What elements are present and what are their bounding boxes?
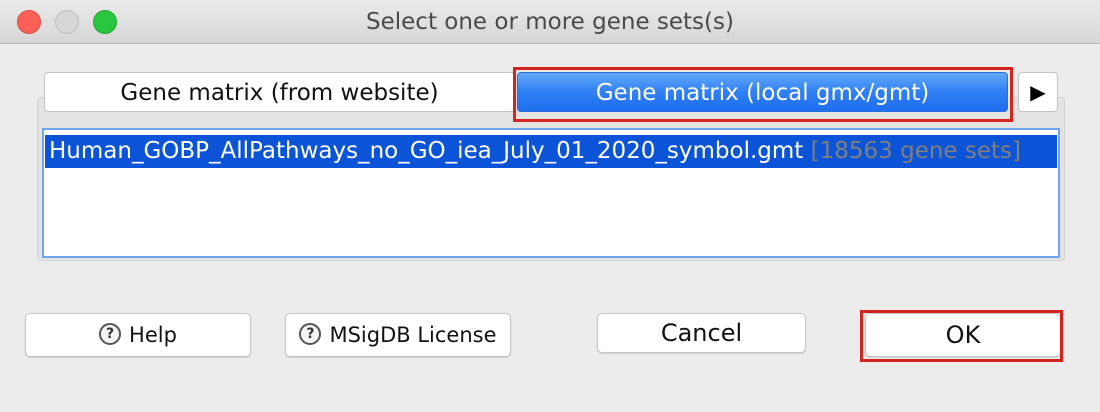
gene-set-count: [18563 gene sets] <box>810 138 1021 164</box>
highlight-box-local-tab <box>513 67 1013 122</box>
gene-set-filename: Human_GOBP_AllPathways_no_GO_iea_July_01… <box>49 138 804 164</box>
help-button[interactable]: ? Help <box>25 313 251 357</box>
window-title: Select one or more gene sets(s) <box>366 9 734 35</box>
title-bar: Select one or more gene sets(s) <box>0 0 1100 44</box>
msigdb-license-button[interactable]: ? MSigDB License <box>285 313 511 357</box>
list-item[interactable]: Human_GOBP_AllPathways_no_GO_iea_July_01… <box>45 135 1057 168</box>
tab-gene-matrix-website[interactable]: Gene matrix (from website) <box>44 72 515 112</box>
cancel-button[interactable]: Cancel <box>597 313 806 353</box>
license-button-label: MSigDB License <box>329 323 497 347</box>
question-mark-icon: ? <box>299 323 322 345</box>
question-mark-icon: ? <box>99 323 122 345</box>
help-button-label: Help <box>129 323 177 347</box>
highlight-box-ok <box>860 310 1063 362</box>
gene-set-list[interactable]: Human_GOBP_AllPathways_no_GO_iea_July_01… <box>42 128 1060 258</box>
tab-scroll-right-icon[interactable]: ▶ <box>1018 72 1058 112</box>
